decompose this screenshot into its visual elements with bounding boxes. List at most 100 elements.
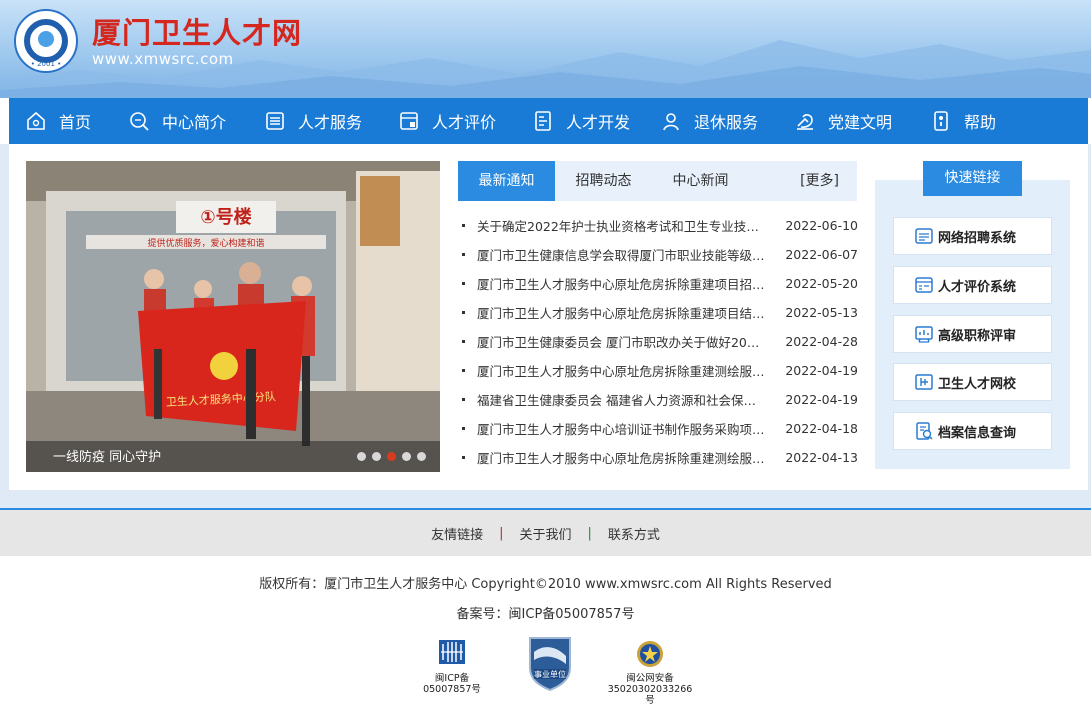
quick-link-title-review[interactable]: 高级职称评审 xyxy=(893,315,1052,353)
nav-item-home[interactable]: 首页 xyxy=(9,98,112,144)
news-date: 2022-04-18 xyxy=(785,421,858,436)
nav-label: 人才评价 xyxy=(432,113,497,132)
footer-separator: | xyxy=(499,525,504,541)
footer-separator: | xyxy=(587,525,592,541)
evaluation-icon xyxy=(398,110,420,132)
footer-link-contact[interactable]: 联系方式 xyxy=(608,524,660,543)
news-item[interactable]: 厦门市卫生人才服务中心原址危房拆除重建测绘服务结果 2022-04-13 xyxy=(462,443,858,472)
tab-center-news[interactable]: 中心新闻 xyxy=(652,161,749,201)
info-search-icon xyxy=(128,110,150,132)
nav-item-help[interactable]: 帮助 xyxy=(914,98,1014,144)
quick-link-label: 档案信息查询 xyxy=(938,425,1017,441)
news-title[interactable]: 厦门市卫生人才服务中心原址危房拆除重建测绘服务招标 xyxy=(477,361,767,380)
nav-label: 中心简介 xyxy=(162,113,227,132)
quick-link-label: 网络招聘系统 xyxy=(938,230,1017,246)
news-title[interactable]: 厦门市卫生健康信息学会取得厦门市职业技能等级认定资格 xyxy=(477,245,767,264)
news-date: 2022-06-10 xyxy=(785,218,858,233)
recruit-icon xyxy=(914,226,934,246)
news-item[interactable]: 厦门市卫生健康信息学会取得厦门市职业技能等级认定资格 2022-06-07 xyxy=(462,240,858,269)
news-title[interactable]: 厦门市卫生人才服务中心培训证书制作服务采购项目公告 xyxy=(477,419,767,438)
quick-link-evaluation-system[interactable]: 人才评价系统 xyxy=(893,266,1052,304)
quick-link-label: 卫生人才网校 xyxy=(938,376,1017,392)
news-title[interactable]: 厦门市卫生人才服务中心原址危房拆除重建测绘服务结果 xyxy=(477,448,767,467)
quick-link-recruit[interactable]: 网络招聘系统 xyxy=(893,217,1052,255)
tab-latest-notice[interactable]: 最新通知 xyxy=(458,161,555,201)
site-title[interactable]: 厦门卫生人才网 xyxy=(92,10,302,52)
more-link[interactable]: [更多] xyxy=(800,161,839,201)
icp-badge-icon xyxy=(439,640,465,664)
police-badge[interactable]: 闽公网安备 35020302033266号 xyxy=(604,638,696,706)
quick-link-label: 人才评价系统 xyxy=(938,279,1017,295)
news-title[interactable]: 福建省卫生健康委员会 福建省人力资源和社会保障厅关于 xyxy=(477,390,767,409)
nav-label: 帮助 xyxy=(964,113,997,132)
quick-link-online-school[interactable]: 卫生人才网校 xyxy=(893,363,1052,401)
icp-badge[interactable]: 闽ICP备 05007857号 xyxy=(420,638,484,695)
news-item[interactable]: 福建省卫生健康委员会 福建省人力资源和社会保障厅关于 2022-04-19 xyxy=(462,385,858,414)
logo-year: • 2001 • xyxy=(30,60,62,68)
image-slider[interactable]: ①号楼 提供优质服务，爱心构建和谐 卫生人才服务中心分队 一线防疫 同心守护 xyxy=(26,161,440,472)
news-date: 2022-05-13 xyxy=(785,305,858,320)
slider-photo: ①号楼 提供优质服务，爱心构建和谐 卫生人才服务中心分队 xyxy=(26,161,440,472)
slider-dot-active[interactable] xyxy=(387,452,396,461)
slider-caption[interactable]: 一线防疫 同心守护 xyxy=(53,446,161,465)
evaluation-system-icon xyxy=(914,275,934,295)
news-date: 2022-04-13 xyxy=(785,450,858,465)
news-item[interactable]: 厦门市卫生人才服务中心原址危房拆除重建项目招标公告 2022-05-20 xyxy=(462,269,858,298)
nav-item-talent-evaluation[interactable]: 人才评价 xyxy=(382,98,516,144)
news-item[interactable]: 厦门市卫生健康委员会 厦门市职改办关于做好2022年度 2022-04-28 xyxy=(462,327,858,356)
news-date: 2022-05-20 xyxy=(785,276,858,291)
news-date: 2022-06-07 xyxy=(785,247,858,262)
nav-label: 人才开发 xyxy=(566,113,631,132)
news-title[interactable]: 厦门市卫生人才服务中心原址危房拆除重建项目结果公示 xyxy=(477,303,767,322)
slider-dot[interactable] xyxy=(402,452,411,461)
footer-link-about[interactable]: 关于我们 xyxy=(519,524,571,543)
news-tabs: 最新通知 招聘动态 中心新闻 [更多] xyxy=(458,161,857,201)
person-icon xyxy=(660,110,682,132)
site-domain: www.xmwsrc.com xyxy=(92,50,234,68)
main-nav: 首页 中心简介 人才服务 人才评价 人才开发 退休服务 党建文明 帮助 xyxy=(9,98,1088,144)
nav-item-talent-development[interactable]: 人才开发 xyxy=(516,98,644,144)
quick-link-archive-query[interactable]: 档案信息查询 xyxy=(893,412,1052,450)
news-list: 关于确定2022年护士执业资格考试和卫生专业技术资格考试 2022-06-10 厦… xyxy=(462,211,858,472)
archive-icon xyxy=(914,421,934,441)
slider-dots xyxy=(357,452,426,461)
nav-label: 人才服务 xyxy=(298,113,363,132)
nav-item-party-building[interactable]: 党建文明 xyxy=(778,98,914,144)
news-item[interactable]: 厦门市卫生人才服务中心原址危房拆除重建项目结果公示 2022-05-13 xyxy=(462,298,858,327)
site-header: • 2001 • 厦门卫生人才网 www.xmwsrc.com xyxy=(0,0,1091,98)
wall-banner-text: 提供优质服务，爱心构建和谐 xyxy=(147,237,264,249)
site-logo[interactable]: • 2001 • xyxy=(14,9,78,73)
news-item[interactable]: 厦门市卫生人才服务中心培训证书制作服务采购项目公告 2022-04-18 xyxy=(462,414,858,443)
copyright-text: 版权所有：厦门市卫生人才服务中心 Copyright©2010 www.xmws… xyxy=(259,577,832,592)
home-icon xyxy=(25,110,47,132)
quick-link-label: 高级职称评审 xyxy=(938,328,1017,344)
building-sign-text: ①号楼 xyxy=(200,206,251,228)
news-item[interactable]: 关于确定2022年护士执业资格考试和卫生专业技术资格考试 2022-06-10 xyxy=(462,211,858,240)
slider-dot[interactable] xyxy=(372,452,381,461)
public-institution-badge[interactable]: 事业单位 xyxy=(524,634,576,695)
quick-links-title: 快速链接 xyxy=(923,161,1022,196)
news-date: 2022-04-19 xyxy=(785,392,858,407)
icp-record-text[interactable]: 备案号：闽ICP备05007857号 xyxy=(0,603,1091,622)
party-icon xyxy=(794,110,816,132)
police-badge-icon xyxy=(637,641,663,667)
nav-item-retirement-service[interactable]: 退休服务 xyxy=(644,98,778,144)
public-institution-badge-icon: 事业单位 xyxy=(529,637,571,692)
slider-dot[interactable] xyxy=(417,452,426,461)
news-title[interactable]: 关于确定2022年护士执业资格考试和卫生专业技术资格考试 xyxy=(477,216,767,235)
slider-dot[interactable] xyxy=(357,452,366,461)
news-title[interactable]: 厦门市卫生健康委员会 厦门市职改办关于做好2022年度 xyxy=(477,332,767,351)
news-item[interactable]: 厦门市卫生人才服务中心原址危房拆除重建测绘服务招标 2022-04-19 xyxy=(462,356,858,385)
badge-label: 事业单位 xyxy=(534,669,566,679)
tab-recruitment[interactable]: 招聘动态 xyxy=(555,161,652,201)
news-date: 2022-04-28 xyxy=(785,334,858,349)
nav-label: 党建文明 xyxy=(828,113,893,132)
news-date: 2022-04-19 xyxy=(785,363,858,378)
nav-item-talent-service[interactable]: 人才服务 xyxy=(248,98,382,144)
nav-label: 首页 xyxy=(59,113,92,132)
news-title[interactable]: 厦门市卫生人才服务中心原址危房拆除重建项目招标公告 xyxy=(477,274,767,293)
footer-link-friends[interactable]: 友情链接 xyxy=(431,524,483,543)
document-icon xyxy=(532,110,554,132)
nav-item-about[interactable]: 中心简介 xyxy=(112,98,248,144)
review-icon xyxy=(914,324,934,344)
